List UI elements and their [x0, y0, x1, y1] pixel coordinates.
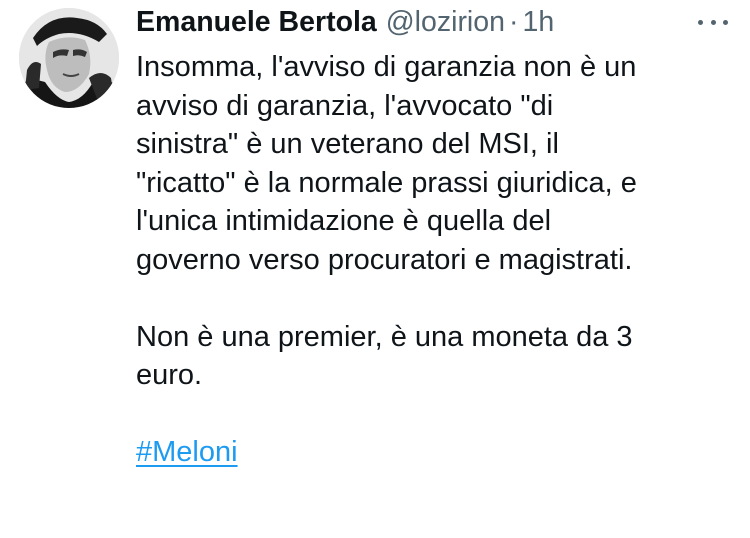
separator-dot: · [508, 6, 519, 38]
author-handle[interactable]: @lozirion [386, 6, 505, 39]
more-dot [723, 19, 728, 25]
more-options-icon[interactable] [698, 10, 728, 34]
more-dot [710, 19, 716, 25]
tweet-header: Emanuele Bertola @lozirion · 1h [136, 6, 730, 42]
tweet-paragraph-1: Insomma, l'avviso di garanzia non è un a… [136, 51, 637, 276]
hashtag-link[interactable]: #Meloni [136, 436, 238, 468]
author-display-name[interactable]: Emanuele Bertola [136, 6, 377, 39]
profile-photo-icon [19, 8, 119, 108]
avatar[interactable] [19, 8, 119, 108]
tweet-timestamp[interactable]: 1h [522, 6, 554, 39]
tweet-paragraph-2: Non è una premier, è una moneta da 3 eur… [136, 320, 633, 392]
more-dot [698, 19, 703, 25]
tweet-text: Insomma, l'avviso di garanzia non è un a… [136, 48, 736, 472]
tweet[interactable]: Emanuele Bertola @lozirion · 1h Insomma,… [0, 0, 750, 538]
